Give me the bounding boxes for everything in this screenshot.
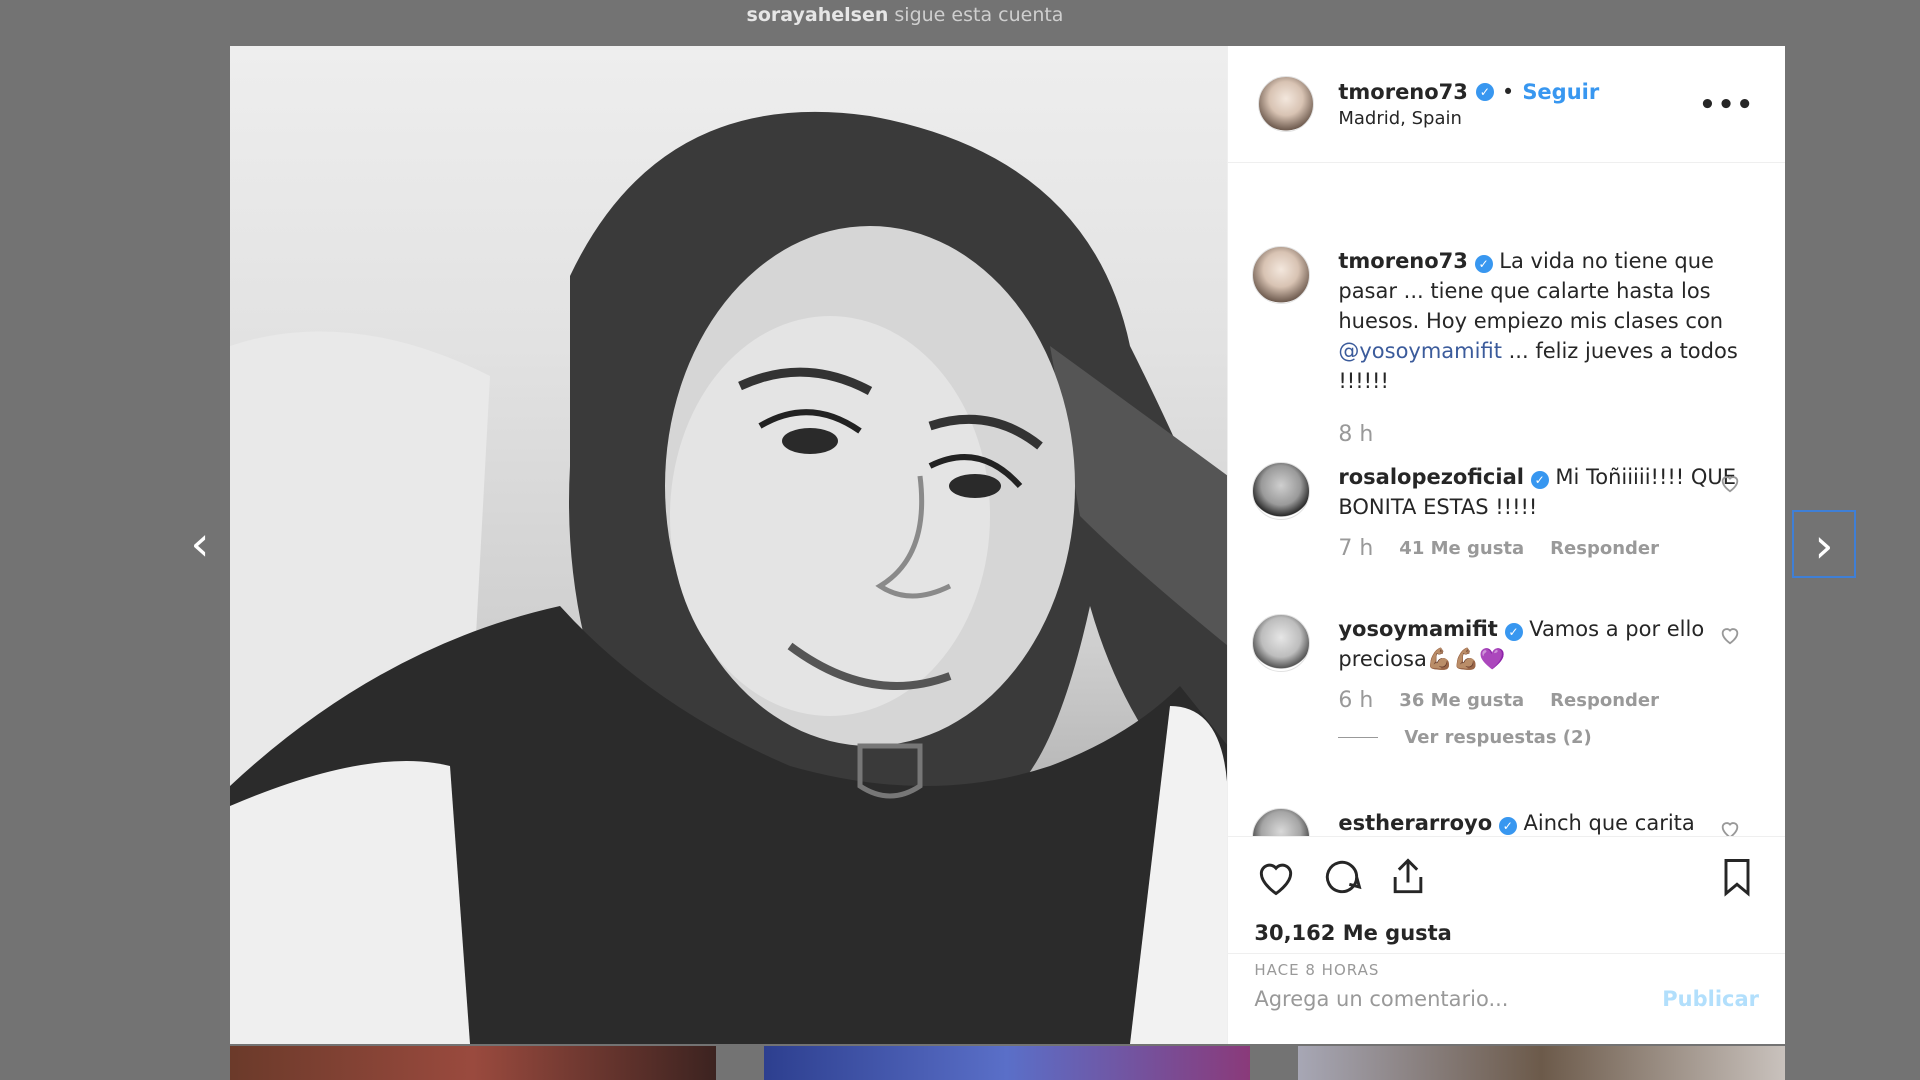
bookmark-icon[interactable]: [1715, 855, 1759, 899]
verified-icon: ✓: [1504, 623, 1523, 641]
comment-icon[interactable]: [1320, 855, 1364, 899]
add-comment-bar: Agrega un comentario... Publicar: [1228, 953, 1785, 1043]
separator-dot: •: [1501, 79, 1515, 104]
caption: tmoreno73 ✓ La vida no tiene que pasar .…: [1252, 246, 1755, 447]
view-replies[interactable]: Ver respuestas (2): [1338, 727, 1755, 748]
verified-icon: ✓: [1530, 471, 1549, 489]
post-location[interactable]: Madrid, Spain: [1338, 108, 1599, 129]
previous-post-button[interactable]: ‹: [180, 514, 220, 574]
comment-item: rosalopezoficial ✓ Mi Toñiiiii!!!! QUE B…: [1252, 462, 1755, 561]
comment-time[interactable]: 7 h: [1338, 536, 1373, 561]
selfie-illustration: [230, 111, 1228, 1044]
verified-icon: ✓: [1474, 255, 1493, 273]
comment-item: estherarroyo ✓ Ainch que carita: [1252, 808, 1755, 836]
next-post-button[interactable]: ›: [1792, 510, 1856, 578]
related-post-thumbnail[interactable]: [230, 1046, 716, 1080]
verified-icon: ✓: [1498, 817, 1517, 835]
more-icon[interactable]: •••: [1699, 90, 1755, 120]
heart-icon[interactable]: [1719, 472, 1741, 494]
heart-icon[interactable]: [1719, 624, 1741, 646]
post-header: tmoreno73 ✓ • Seguir Madrid, Spain •••: [1228, 46, 1785, 163]
comment-avatar[interactable]: [1252, 614, 1311, 672]
comment-likes[interactable]: 41 Me gusta: [1399, 538, 1524, 559]
heart-icon[interactable]: [1254, 855, 1298, 899]
related-posts-strip: [230, 1046, 1785, 1080]
publish-button[interactable]: Publicar: [1662, 987, 1759, 1011]
top-follow-note: sorayahelsen sigue esta cuenta: [0, 4, 1810, 26]
comment-likes[interactable]: 36 Me gusta: [1399, 690, 1524, 711]
author-username[interactable]: tmoreno73: [1338, 80, 1468, 104]
post-photo[interactable]: [230, 46, 1228, 1044]
comment-username[interactable]: estherarroyo: [1338, 811, 1492, 835]
post-sidebar: tmoreno73 ✓ • Seguir Madrid, Spain ••• t…: [1227, 46, 1785, 1044]
comment-input[interactable]: Agrega un comentario...: [1254, 987, 1508, 1011]
post-actions: 30,162 Me gusta HACE 8 HORAS Agrega un c…: [1228, 836, 1785, 1043]
reply-button[interactable]: Responder: [1550, 538, 1659, 559]
caption-avatar[interactable]: [1252, 246, 1311, 304]
top-note-user[interactable]: sorayahelsen: [747, 4, 889, 26]
related-post-thumbnail[interactable]: [764, 1046, 1250, 1080]
related-post-thumbnail[interactable]: [1298, 1046, 1785, 1080]
caption-username[interactable]: tmoreno73: [1338, 249, 1468, 273]
replies-divider: [1338, 737, 1379, 738]
verified-icon: ✓: [1475, 82, 1494, 101]
comment-username[interactable]: yosoymamifit: [1338, 617, 1497, 641]
likes-count[interactable]: 30,162 Me gusta: [1254, 921, 1452, 945]
view-replies-label[interactable]: Ver respuestas (2): [1404, 727, 1591, 748]
comment-username[interactable]: rosalopezoficial: [1338, 465, 1524, 489]
comment-time[interactable]: 6 h: [1338, 688, 1373, 713]
caption-mention[interactable]: @yosoymamifit: [1338, 339, 1502, 363]
comment-item: yosoymamifit ✓ Vamos a por ello preciosa…: [1252, 614, 1755, 748]
comments-list[interactable]: tmoreno73 ✓ La vida no tiene que pasar .…: [1228, 164, 1785, 836]
heart-icon[interactable]: [1719, 818, 1741, 836]
share-icon[interactable]: [1386, 855, 1430, 899]
comment-text: Ainch que carita: [1523, 811, 1695, 835]
author-avatar[interactable]: [1258, 76, 1315, 132]
author-info: tmoreno73 ✓ • Seguir Madrid, Spain: [1338, 80, 1599, 129]
comment-avatar[interactable]: [1252, 808, 1311, 836]
post-modal: tmoreno73 ✓ • Seguir Madrid, Spain ••• t…: [230, 46, 1785, 1044]
top-note-text: sigue esta cuenta: [894, 4, 1064, 26]
caption-time[interactable]: 8 h: [1338, 422, 1373, 447]
follow-button[interactable]: Seguir: [1522, 80, 1599, 104]
reply-button[interactable]: Responder: [1550, 690, 1659, 711]
comment-avatar[interactable]: [1252, 462, 1311, 520]
